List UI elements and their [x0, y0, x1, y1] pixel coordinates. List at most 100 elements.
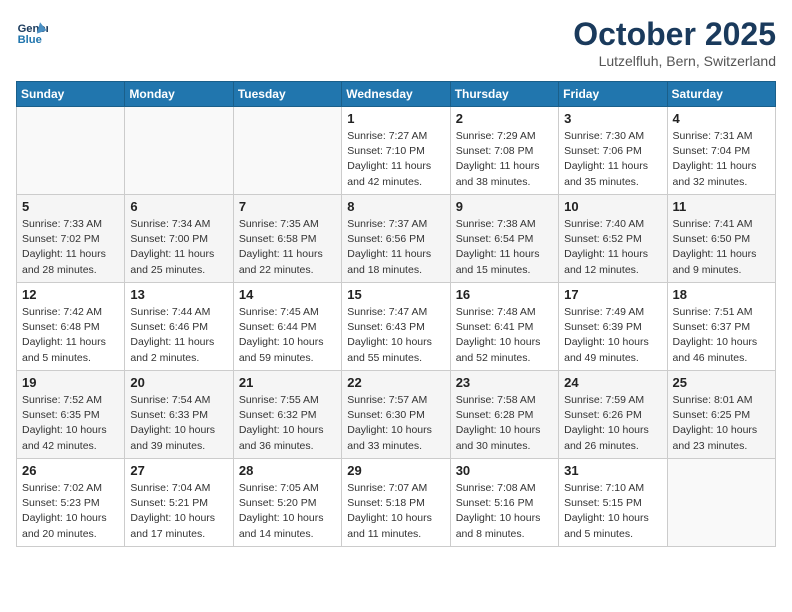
calendar-cell: 4Sunrise: 7:31 AM Sunset: 7:04 PM Daylig… [667, 107, 775, 195]
day-info: Sunrise: 7:35 AM Sunset: 6:58 PM Dayligh… [239, 217, 336, 278]
day-number: 13 [130, 287, 227, 302]
calendar-cell: 15 Sunrise: 7:47 AM Sunset: 6:43 PM Dayli… [342, 283, 450, 371]
calendar-cell: 3 Sunrise: 7:30 AM Sunset: 7:06 PM Daylig… [559, 107, 667, 195]
day-info: Sunrise: 7:27 AM Sunset: 7:10 PM Dayligh… [347, 129, 444, 190]
day-number: 27 [130, 463, 227, 478]
calendar-cell: 24Sunrise: 7:59 AM Sunset: 6:26 PM Dayli… [559, 371, 667, 459]
calendar-cell: 28 Sunrise: 7:05 AM Sunset: 5:20 PM Dayli… [233, 459, 341, 547]
day-info: Sunrise: 7:51 AM Sunset: 6:37 PM Dayligh… [673, 305, 770, 366]
calendar-cell: 6Sunrise: 7:34 AM Sunset: 7:00 PM Daylig… [125, 195, 233, 283]
day-number: 31 [564, 463, 661, 478]
calendar-cell: 2 Sunrise: 7:29 AM Sunset: 7:08 PM Daylig… [450, 107, 558, 195]
day-info: Sunrise: 7:40 AM Sunset: 6:52 PM Dayligh… [564, 217, 661, 278]
calendar-cell: 26 Sunrise: 7:02 AM Sunset: 5:23 PM Dayli… [17, 459, 125, 547]
day-info: Sunrise: 7:54 AM Sunset: 6:33 PM Dayligh… [130, 393, 227, 454]
calendar-cell: 21Sunrise: 7:55 AM Sunset: 6:32 PM Dayli… [233, 371, 341, 459]
calendar-cell: 1 Sunrise: 7:27 AM Sunset: 7:10 PM Daylig… [342, 107, 450, 195]
day-number: 12 [22, 287, 119, 302]
location: Lutzelfluh, Bern, Switzerland [573, 53, 776, 69]
day-number: 15 [347, 287, 444, 302]
day-info: Sunrise: 7:04 AM Sunset: 5:21 PM Dayligh… [130, 481, 227, 542]
day-number: 18 [673, 287, 770, 302]
calendar-header: SundayMondayTuesdayWednesdayThursdayFrid… [17, 82, 776, 107]
day-info: Sunrise: 7:47 AM Sunset: 6:43 PM Dayligh… [347, 305, 444, 366]
day-number: 17 [564, 287, 661, 302]
calendar-week-3: 19 Sunrise: 7:52 AM Sunset: 6:35 PM Dayli… [17, 371, 776, 459]
day-number: 11 [673, 199, 770, 214]
logo-icon: General Blue [16, 16, 48, 48]
day-info: Sunrise: 7:33 AM Sunset: 7:02 PM Dayligh… [22, 217, 119, 278]
day-info: Sunrise: 7:42 AM Sunset: 6:48 PM Dayligh… [22, 305, 119, 366]
day-info: Sunrise: 7:49 AM Sunset: 6:39 PM Dayligh… [564, 305, 661, 366]
svg-text:Blue: Blue [18, 34, 42, 46]
day-number: 19 [22, 375, 119, 390]
day-number: 5 [22, 199, 119, 214]
calendar-cell [233, 107, 341, 195]
day-info: Sunrise: 7:41 AM Sunset: 6:50 PM Dayligh… [673, 217, 770, 278]
calendar-body: 1 Sunrise: 7:27 AM Sunset: 7:10 PM Daylig… [17, 107, 776, 547]
calendar-cell: 8 Sunrise: 7:37 AM Sunset: 6:56 PM Daylig… [342, 195, 450, 283]
calendar-cell: 11 Sunrise: 7:41 AM Sunset: 6:50 PM Dayli… [667, 195, 775, 283]
weekday-header-wednesday: Wednesday [342, 82, 450, 107]
day-info: Sunrise: 7:10 AM Sunset: 5:15 PM Dayligh… [564, 481, 661, 542]
calendar-cell: 23Sunrise: 7:58 AM Sunset: 6:28 PM Dayli… [450, 371, 558, 459]
day-info: Sunrise: 7:08 AM Sunset: 5:16 PM Dayligh… [456, 481, 553, 542]
day-number: 3 [564, 111, 661, 126]
day-info: Sunrise: 7:29 AM Sunset: 7:08 PM Dayligh… [456, 129, 553, 190]
day-info: Sunrise: 7:57 AM Sunset: 6:30 PM Dayligh… [347, 393, 444, 454]
calendar-week-0: 1 Sunrise: 7:27 AM Sunset: 7:10 PM Daylig… [17, 107, 776, 195]
day-info: Sunrise: 7:45 AM Sunset: 6:44 PM Dayligh… [239, 305, 336, 366]
day-number: 28 [239, 463, 336, 478]
calendar-cell: 5 Sunrise: 7:33 AM Sunset: 7:02 PM Daylig… [17, 195, 125, 283]
calendar-cell: 18 Sunrise: 7:51 AM Sunset: 6:37 PM Dayli… [667, 283, 775, 371]
weekday-header-friday: Friday [559, 82, 667, 107]
day-info: Sunrise: 7:34 AM Sunset: 7:00 PM Dayligh… [130, 217, 227, 278]
calendar-cell: 30Sunrise: 7:08 AM Sunset: 5:16 PM Dayli… [450, 459, 558, 547]
calendar-cell: 10 Sunrise: 7:40 AM Sunset: 6:52 PM Dayli… [559, 195, 667, 283]
calendar-table: SundayMondayTuesdayWednesdayThursdayFrid… [16, 81, 776, 547]
calendar-cell: 20Sunrise: 7:54 AM Sunset: 6:33 PM Dayli… [125, 371, 233, 459]
day-number: 2 [456, 111, 553, 126]
day-number: 24 [564, 375, 661, 390]
day-info: Sunrise: 7:07 AM Sunset: 5:18 PM Dayligh… [347, 481, 444, 542]
calendar-cell: 9Sunrise: 7:38 AM Sunset: 6:54 PM Daylig… [450, 195, 558, 283]
calendar-cell [125, 107, 233, 195]
calendar-cell: 13 Sunrise: 7:44 AM Sunset: 6:46 PM Dayli… [125, 283, 233, 371]
calendar-cell: 31 Sunrise: 7:10 AM Sunset: 5:15 PM Dayli… [559, 459, 667, 547]
calendar-cell: 12 Sunrise: 7:42 AM Sunset: 6:48 PM Dayli… [17, 283, 125, 371]
day-info: Sunrise: 7:38 AM Sunset: 6:54 PM Dayligh… [456, 217, 553, 278]
weekday-header-monday: Monday [125, 82, 233, 107]
day-number: 10 [564, 199, 661, 214]
calendar-cell: 17 Sunrise: 7:49 AM Sunset: 6:39 PM Dayli… [559, 283, 667, 371]
day-number: 23 [456, 375, 553, 390]
day-number: 25 [673, 375, 770, 390]
day-number: 22 [347, 375, 444, 390]
calendar-cell: 29Sunrise: 7:07 AM Sunset: 5:18 PM Dayli… [342, 459, 450, 547]
day-info: Sunrise: 7:02 AM Sunset: 5:23 PM Dayligh… [22, 481, 119, 542]
calendar-cell: 14 Sunrise: 7:45 AM Sunset: 6:44 PM Dayli… [233, 283, 341, 371]
day-info: Sunrise: 7:31 AM Sunset: 7:04 PM Dayligh… [673, 129, 770, 190]
page-header: General Blue October 2025 Lutzelfluh, Be… [16, 16, 776, 69]
day-info: Sunrise: 7:44 AM Sunset: 6:46 PM Dayligh… [130, 305, 227, 366]
calendar-cell: 27 Sunrise: 7:04 AM Sunset: 5:21 PM Dayli… [125, 459, 233, 547]
calendar-cell: 19 Sunrise: 7:52 AM Sunset: 6:35 PM Dayli… [17, 371, 125, 459]
logo: General Blue [16, 16, 48, 48]
month-title: October 2025 [573, 16, 776, 53]
day-info: Sunrise: 7:37 AM Sunset: 6:56 PM Dayligh… [347, 217, 444, 278]
day-info: Sunrise: 7:52 AM Sunset: 6:35 PM Dayligh… [22, 393, 119, 454]
weekday-header-thursday: Thursday [450, 82, 558, 107]
calendar-cell [17, 107, 125, 195]
day-number: 1 [347, 111, 444, 126]
day-number: 14 [239, 287, 336, 302]
weekday-header-saturday: Saturday [667, 82, 775, 107]
day-number: 7 [239, 199, 336, 214]
calendar-cell: 22 Sunrise: 7:57 AM Sunset: 6:30 PM Dayli… [342, 371, 450, 459]
day-number: 26 [22, 463, 119, 478]
calendar-week-2: 12 Sunrise: 7:42 AM Sunset: 6:48 PM Dayli… [17, 283, 776, 371]
weekday-header-tuesday: Tuesday [233, 82, 341, 107]
day-number: 8 [347, 199, 444, 214]
calendar-week-4: 26 Sunrise: 7:02 AM Sunset: 5:23 PM Dayli… [17, 459, 776, 547]
day-info: Sunrise: 7:30 AM Sunset: 7:06 PM Dayligh… [564, 129, 661, 190]
day-info: Sunrise: 7:05 AM Sunset: 5:20 PM Dayligh… [239, 481, 336, 542]
day-number: 21 [239, 375, 336, 390]
